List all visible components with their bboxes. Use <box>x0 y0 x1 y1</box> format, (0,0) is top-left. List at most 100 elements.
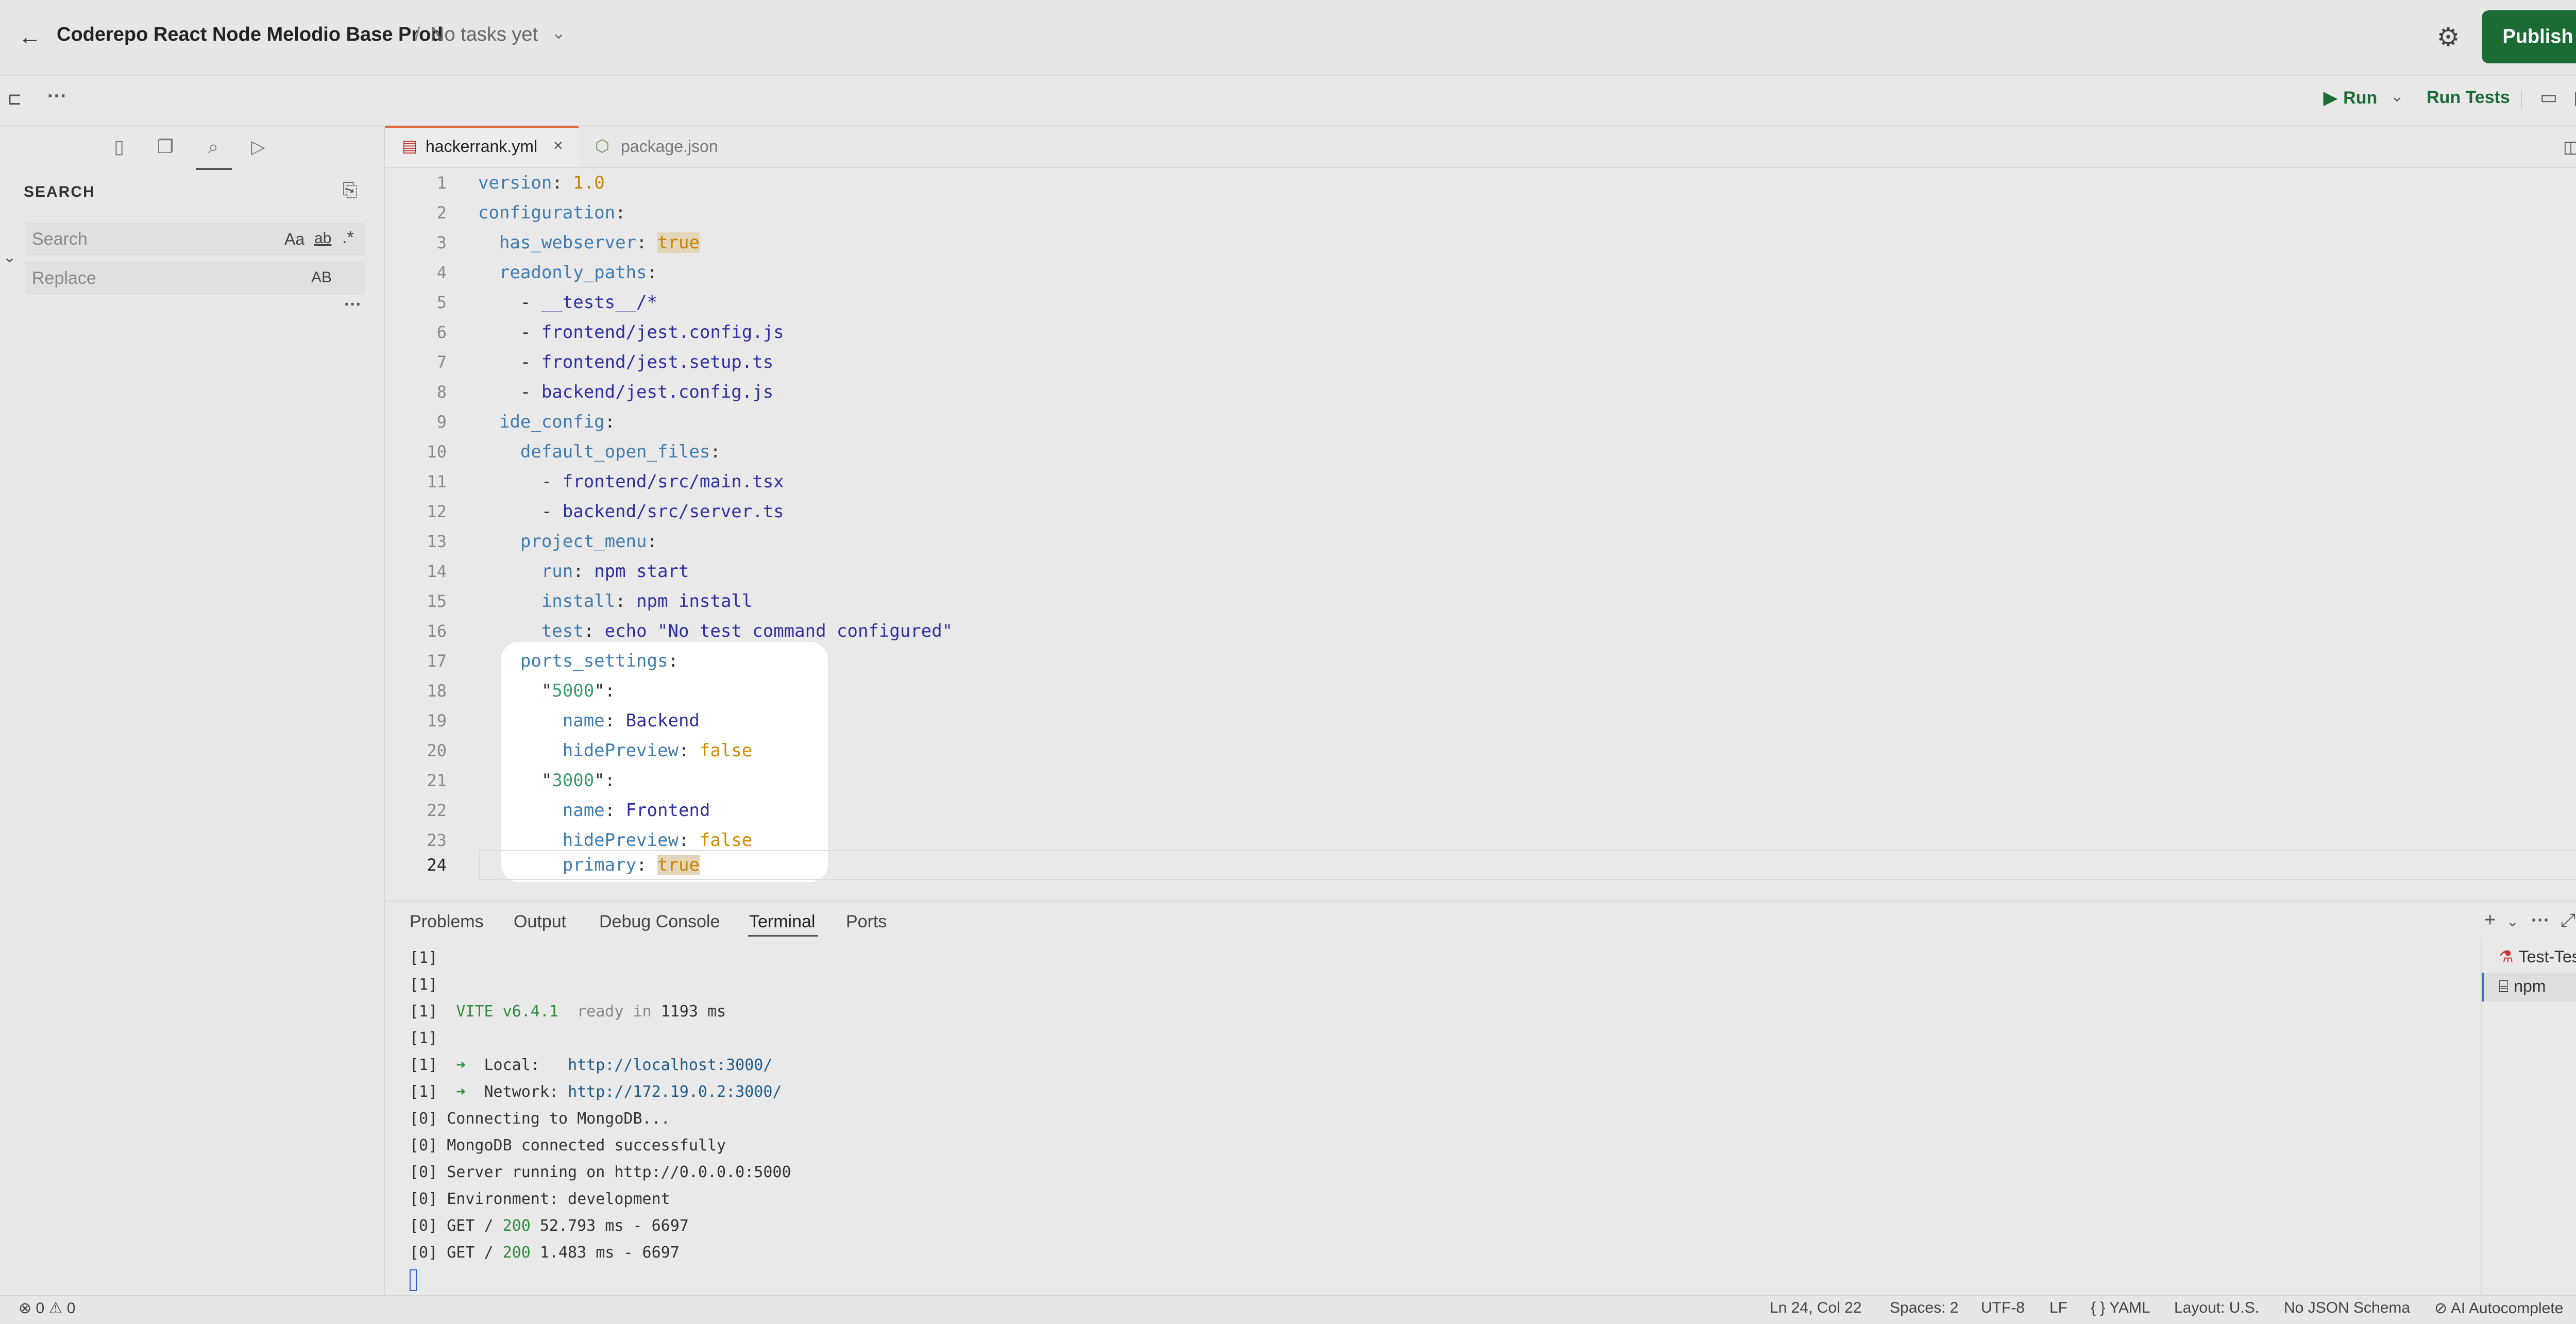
indentation[interactable]: Spaces: 2 <box>1890 1299 1958 1317</box>
terminal-icon: ⌸ <box>2499 977 2509 995</box>
line-number: 12 <box>427 502 447 521</box>
code-line: ports_settings: <box>520 651 679 671</box>
error-icon: ⊗ <box>19 1300 32 1317</box>
line-number: 10 <box>427 442 447 462</box>
beaker-icon: ⚗ <box>2499 947 2514 966</box>
problems-status[interactable]: ⊗ 0 ⚠ 0 <box>19 1299 75 1317</box>
keyboard-layout[interactable]: Layout: U.S. <box>2174 1299 2259 1317</box>
regex-toggle[interactable]: .* <box>342 228 354 248</box>
terminal-item-label: Test-Test <box>2518 947 2576 966</box>
end-of-line[interactable]: LF <box>2049 1299 2067 1317</box>
line-number: 5 <box>436 293 447 312</box>
line-number: 18 <box>427 681 447 701</box>
line-number: 21 <box>427 771 447 790</box>
run-label: Run <box>2343 88 2378 108</box>
chevron-down-icon[interactable]: ⌄ <box>551 23 566 43</box>
terminal-line: [0] Server running on http://0.0.0.0:500… <box>410 1163 791 1181</box>
run-options-chevron-icon[interactable]: ⌄ <box>2391 88 2403 106</box>
code-line: run: npm start <box>541 561 689 582</box>
play-icon: ▶ <box>2324 88 2337 108</box>
code-line: hidePreview: false <box>562 740 753 761</box>
code-line: - frontend/jest.setup.ts <box>478 352 774 372</box>
json-schema[interactable]: No JSON Schema <box>2284 1299 2410 1317</box>
line-number: 7 <box>436 352 447 372</box>
disabled-icon: ⊘ <box>2434 1300 2448 1317</box>
active-panel-tab-indicator <box>748 935 818 937</box>
ai-autocomplete[interactable]: ⊘ AI Autocomplete <box>2434 1299 2563 1317</box>
more-search-options-icon[interactable]: ··· <box>344 295 362 315</box>
tab-output[interactable]: Output <box>514 912 566 932</box>
match-case-toggle[interactable]: Aa <box>284 230 304 249</box>
code-line: - __tests__/* <box>478 292 657 313</box>
tab-label[interactable]: hackerrank.yml <box>426 137 537 156</box>
code-line: - frontend/src/main.tsx <box>478 471 784 492</box>
language-mode[interactable]: { } YAML <box>2091 1299 2150 1317</box>
files-icon[interactable]: ❐ <box>149 131 181 163</box>
back-button[interactable]: ← <box>14 22 45 53</box>
search-input[interactable] <box>25 223 365 256</box>
layout-toggle-icon[interactable]: ◫ <box>2573 87 2576 108</box>
terminal-item-npm[interactable]: ⌸ npm <box>2499 977 2546 996</box>
code-line: project_menu: <box>520 531 658 552</box>
chevron-down-icon[interactable]: ⌄ <box>2506 913 2518 930</box>
error-count: 0 <box>36 1300 45 1317</box>
line-number: 20 <box>427 741 447 760</box>
panel-more-icon[interactable]: ··· <box>2531 909 2550 931</box>
code-line: has_webserver: true <box>499 232 700 253</box>
code-line: name: Frontend <box>562 800 710 821</box>
clipboard-icon[interactable]: ▯ <box>103 131 135 163</box>
publish-button[interactable]: Publish <box>2482 10 2576 63</box>
split-editor-icon[interactable]: ◫ <box>2563 137 2576 157</box>
terminal-item-test-test[interactable]: ⚗Test-Test <box>2499 947 2576 966</box>
warning-count: 0 <box>66 1300 76 1317</box>
ai-autocomplete-label: AI Autocomplete <box>2450 1300 2564 1317</box>
line-number: 2 <box>436 203 447 223</box>
task-selector[interactable]: No tasks yet <box>430 24 538 46</box>
line-number: 14 <box>427 562 447 581</box>
terminal-item-label: npm <box>2514 977 2546 995</box>
match-whole-word-toggle[interactable]: ab <box>314 230 331 247</box>
toolbar <box>0 76 2576 126</box>
code-line: - backend/src/server.ts <box>478 501 784 522</box>
project-title: Coderepo React Node Melodio Base Prod <box>57 24 443 45</box>
run-button[interactable]: ▶ Run <box>2324 88 2377 108</box>
code-line: - frontend/jest.config.js <box>478 322 784 343</box>
cursor-position[interactable]: Ln 24, Col 22 <box>1770 1299 1861 1317</box>
terminal-line: [0] Environment: development <box>410 1190 670 1208</box>
tab-ports[interactable]: Ports <box>846 912 887 932</box>
encoding[interactable]: UTF-8 <box>1981 1299 2025 1317</box>
sidebar-toggle-icon[interactable]: ⊏ <box>7 89 22 109</box>
tab-debug-console[interactable]: Debug Console <box>599 912 720 932</box>
code-line: ide_config: <box>499 412 616 432</box>
clear-search-results-icon[interactable]: ⎘ <box>343 179 358 201</box>
new-terminal-icon[interactable]: + <box>2484 909 2496 931</box>
preserve-case-toggle[interactable]: AB <box>311 269 332 286</box>
toggle-replace-chevron-icon[interactable]: ⌄ <box>3 248 16 266</box>
tab-terminal[interactable]: Terminal <box>749 912 815 932</box>
line-number: 22 <box>427 801 447 820</box>
tab-package-json[interactable]: package.json <box>621 137 718 156</box>
search-icon[interactable]: ⌕ <box>197 131 229 163</box>
terminal-toggle-icon[interactable]: ▭ <box>2540 87 2557 108</box>
run-tests-button[interactable]: Run Tests <box>2427 88 2510 108</box>
active-tab-indicator <box>196 168 232 170</box>
braces-icon: { } <box>2091 1299 2106 1316</box>
arrow-left-icon: ← <box>19 24 41 49</box>
terminal-line: [1] ➜ Local: http://localhost:3000/ <box>410 1056 773 1074</box>
search-panel-title: SEARCH <box>24 183 95 200</box>
line-number: 13 <box>427 532 447 551</box>
maximize-panel-icon[interactable]: ⤢ <box>2561 909 2575 931</box>
line-number: 1 <box>436 173 447 193</box>
run-debug-icon[interactable]: ▷ <box>242 131 274 163</box>
tab-problems[interactable]: Problems <box>410 912 484 932</box>
settings-button[interactable]: ⚙ <box>2432 21 2465 54</box>
terminal-line: [1] ➜ Network: http://172.19.0.2:3000/ <box>410 1083 782 1101</box>
code-line: default_open_files: <box>520 442 721 462</box>
line-number: 16 <box>427 621 447 641</box>
more-actions-icon[interactable]: ··· <box>47 86 67 108</box>
close-icon[interactable]: × <box>553 136 563 155</box>
line-number: 4 <box>436 263 447 282</box>
terminal-line: [1] VITE v6.4.1 ready in 1193 ms <box>410 1003 726 1021</box>
terminal-cursor[interactable] <box>410 1269 417 1291</box>
line-number: 8 <box>436 382 447 402</box>
